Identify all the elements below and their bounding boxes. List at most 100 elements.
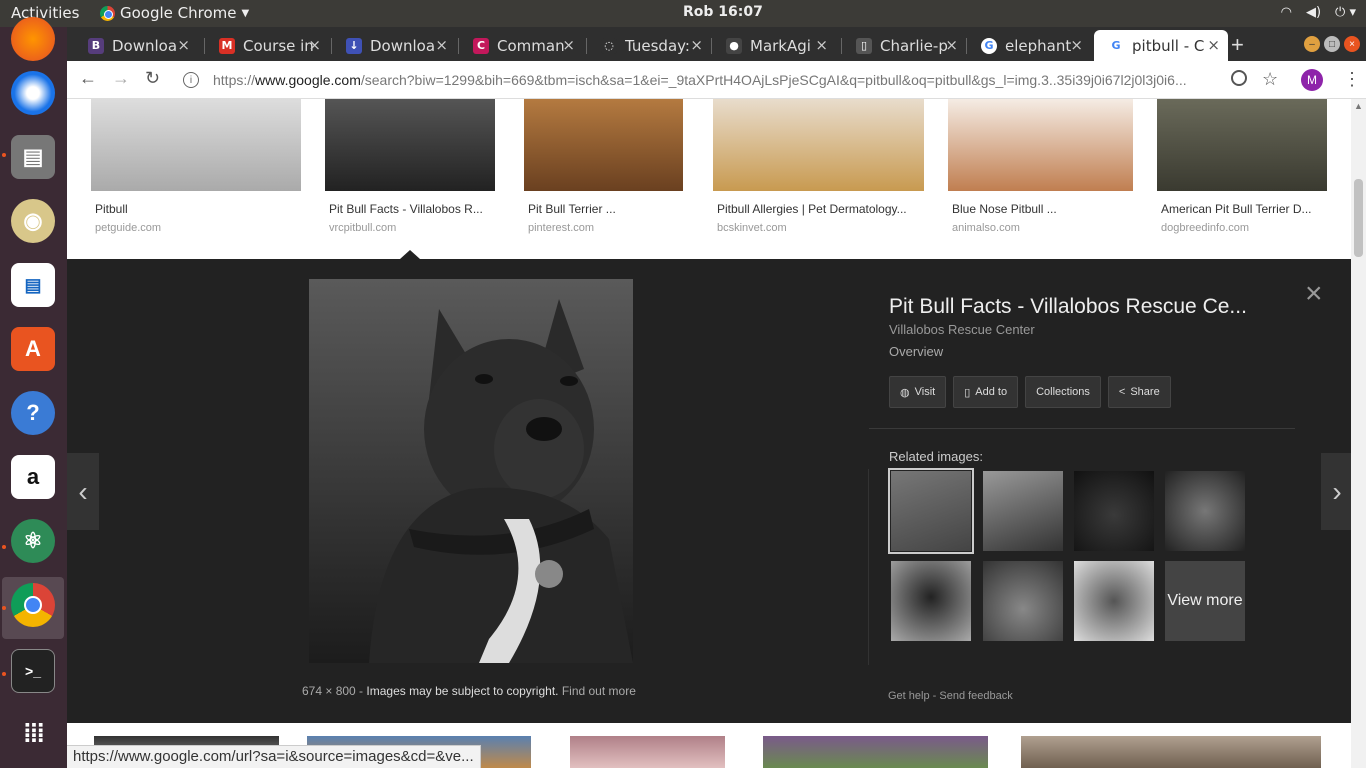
preview-site[interactable]: Villalobos Rescue Center xyxy=(889,322,1035,337)
tab-title: pitbull - C xyxy=(1132,36,1204,55)
files-icon[interactable]: ▤ xyxy=(11,135,55,179)
related-image-thumb[interactable] xyxy=(983,561,1063,641)
terminal-icon[interactable]: >_ xyxy=(11,649,55,693)
browser-tab[interactable]: ▯ Charlie-p × xyxy=(842,30,966,61)
overview-link[interactable]: Overview xyxy=(889,344,943,359)
related-image-thumb[interactable] xyxy=(1165,471,1245,551)
result-image[interactable] xyxy=(325,99,495,191)
back-button[interactable]: ← xyxy=(79,68,97,89)
close-tab-icon[interactable]: × xyxy=(562,36,575,54)
profile-avatar[interactable]: M xyxy=(1301,69,1323,91)
browser-tab[interactable]: ↓ Downloa × xyxy=(332,30,456,61)
related-image-thumb[interactable] xyxy=(1074,561,1154,641)
view-more-button[interactable]: View more xyxy=(1165,561,1245,641)
atom-icon[interactable]: ⚛ xyxy=(11,519,55,563)
more-menu-icon[interactable]: ⋮ xyxy=(1343,69,1361,90)
info-icon[interactable]: i xyxy=(183,72,199,88)
chrome-icon[interactable] xyxy=(11,583,55,627)
close-tab-icon[interactable]: × xyxy=(945,36,958,54)
result-image[interactable] xyxy=(524,99,683,191)
send-feedback-link[interactable]: Send feedback xyxy=(939,690,1012,702)
preview-image[interactable] xyxy=(309,279,633,663)
new-tab-button[interactable]: + xyxy=(1231,32,1244,58)
result-title[interactable]: Pit Bull Terrier ... xyxy=(528,202,683,216)
browser-tab[interactable]: ◌ Tuesday: × xyxy=(587,30,711,61)
power-icon: ⏻ ▾ xyxy=(1335,5,1356,20)
related-image-thumb[interactable] xyxy=(983,471,1063,551)
scrollbar-thumb[interactable] xyxy=(1354,179,1363,257)
browser-tab[interactable]: B Downloa × xyxy=(74,30,198,61)
address-bar[interactable]: i https://www.google.com/search?biw=1299… xyxy=(177,66,1287,94)
visit-button[interactable]: ◍ Visit xyxy=(889,376,947,408)
page-scrollbar[interactable]: ▲ xyxy=(1351,99,1366,768)
result-image[interactable] xyxy=(91,99,301,191)
preview-title[interactable]: Pit Bull Facts - Villalobos Rescue Ce... xyxy=(889,295,1274,319)
minimize-button[interactable]: – xyxy=(1304,36,1320,52)
tab-separator xyxy=(966,38,967,54)
result-title[interactable]: Pit Bull Facts - Villalobos R... xyxy=(329,202,495,216)
reload-button[interactable]: ↻ xyxy=(145,68,160,89)
tab-title: Charlie-p xyxy=(880,36,948,55)
pitbull-photo xyxy=(369,299,633,663)
result-image[interactable] xyxy=(763,736,988,768)
browser-tab[interactable]: Gpitbull - C × xyxy=(1094,30,1228,61)
chrome-icon xyxy=(100,5,115,21)
collections-button[interactable]: Collections xyxy=(1025,376,1101,408)
browser-tab[interactable]: C Comman × xyxy=(459,30,583,61)
writer-icon[interactable]: ▤ xyxy=(11,263,55,307)
image-meta: 674 × 800 - Images may be subject to cop… xyxy=(302,684,636,698)
close-tab-icon[interactable]: × xyxy=(177,36,190,54)
firefox-icon[interactable] xyxy=(11,17,55,61)
close-tab-icon[interactable]: × xyxy=(308,36,321,54)
app-grid-icon[interactable]: ⁞⁞⁞ xyxy=(11,711,55,755)
result-image[interactable] xyxy=(1157,99,1327,191)
system-tray[interactable]: ◠ ◀) ⏻ ▾ xyxy=(1281,5,1356,20)
related-image-thumb[interactable] xyxy=(888,468,974,554)
close-tab-icon[interactable]: × xyxy=(1070,36,1083,54)
share-button[interactable]: < Share xyxy=(1107,376,1171,408)
help-icon[interactable]: ? xyxy=(11,391,55,435)
location-icon[interactable] xyxy=(1231,70,1247,86)
result-title[interactable]: Blue Nose Pitbull ... xyxy=(952,202,1133,216)
rhythmbox-icon[interactable]: ◉ xyxy=(11,199,55,243)
bookmark-star-icon[interactable]: ☆ xyxy=(1262,69,1278,90)
next-image-button[interactable]: › xyxy=(1321,453,1351,530)
browser-tab[interactable]: ● MarkAgi × xyxy=(712,30,836,61)
app-menu[interactable]: Google Chrome ▼ xyxy=(100,4,249,22)
launcher: ▤ ◉ ▤ A ? a ⚛ >_ ⁞⁞⁞ xyxy=(0,17,67,768)
amazon-icon[interactable]: a xyxy=(11,455,55,499)
related-image-thumb[interactable] xyxy=(1074,471,1154,551)
close-preview-button[interactable]: × xyxy=(1305,277,1323,311)
close-tab-icon[interactable]: × xyxy=(690,36,703,54)
browser-tab[interactable]: Gelephant × xyxy=(967,30,1091,61)
result-title[interactable]: American Pit Bull Terrier D... xyxy=(1161,202,1327,216)
software-center-icon[interactable]: A xyxy=(11,327,55,371)
scroll-up-icon[interactable]: ▲ xyxy=(1354,101,1363,111)
result-title[interactable]: Pitbull xyxy=(95,202,301,216)
tab-title: Comman xyxy=(497,36,565,55)
close-tab-icon[interactable]: × xyxy=(435,36,448,54)
find-out-more-link[interactable]: Find out more xyxy=(562,684,636,698)
close-window-button[interactable]: × xyxy=(1344,36,1360,52)
result-image[interactable] xyxy=(948,99,1133,191)
close-tab-icon[interactable]: × xyxy=(1207,36,1220,54)
add-to-button[interactable]: ▯ Add to xyxy=(953,376,1019,408)
thunderbird-icon[interactable] xyxy=(11,71,55,115)
clock[interactable]: Rob 16:07 xyxy=(683,4,763,20)
forward-button[interactable]: → xyxy=(112,68,130,89)
maximize-button[interactable]: □ xyxy=(1324,36,1340,52)
running-indicator xyxy=(2,606,6,610)
close-tab-icon[interactable]: × xyxy=(815,36,828,54)
browser-tab[interactable]: M Course in × xyxy=(205,30,329,61)
globe-icon: ◍ xyxy=(900,386,910,399)
page-icon: ▯ xyxy=(856,37,872,54)
tab-title: Downloa xyxy=(370,36,436,55)
related-image-thumb[interactable] xyxy=(891,561,971,641)
url-text[interactable]: https://www.google.com/search?biw=1299&b… xyxy=(213,72,1223,88)
result-image[interactable] xyxy=(1021,736,1321,768)
prev-image-button[interactable]: ‹ xyxy=(67,453,99,530)
get-help-link[interactable]: Get help xyxy=(888,690,930,702)
result-image[interactable] xyxy=(713,99,924,191)
result-image[interactable] xyxy=(570,736,725,768)
result-title[interactable]: Pitbull Allergies | Pet Dermatology... xyxy=(717,202,924,216)
